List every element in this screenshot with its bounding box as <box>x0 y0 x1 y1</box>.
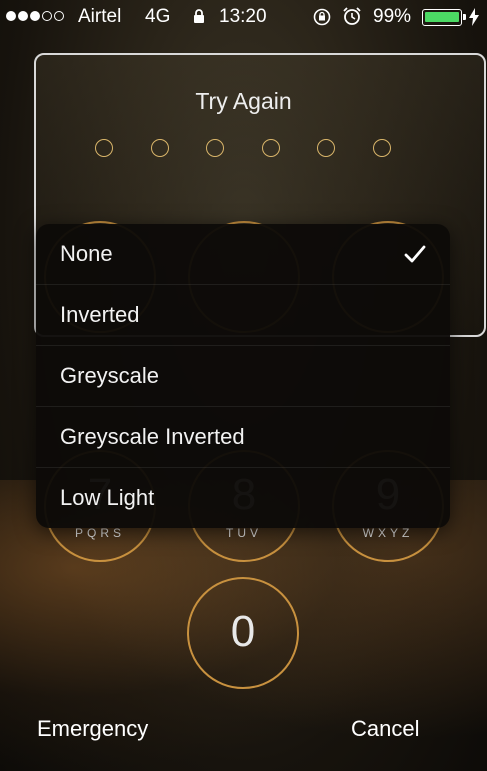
charging-bolt-icon <box>469 8 479 26</box>
menu-item-greyscale-inverted[interactable]: Greyscale Inverted <box>36 407 450 468</box>
menu-item-label: Inverted <box>60 302 140 327</box>
lock-icon <box>194 9 204 23</box>
key-letters: PQRS <box>74 526 125 540</box>
network-type: 4G <box>145 6 171 27</box>
signal-dot <box>18 11 28 21</box>
signal-dot <box>6 11 16 21</box>
passcode-dot <box>317 139 335 157</box>
passcode-dot <box>262 139 280 157</box>
key-letters: TUV <box>226 526 262 540</box>
menu-item-greyscale[interactable]: Greyscale <box>36 346 450 407</box>
emergency-button[interactable]: Emergency <box>37 716 148 742</box>
key-number: 0 <box>230 607 256 656</box>
menu-item-low-light[interactable]: Low Light <box>36 468 450 528</box>
signal-dot <box>42 11 52 21</box>
passcode-dot <box>206 139 224 157</box>
clock-time: 13:20 <box>219 6 267 27</box>
passcode-dot <box>151 139 169 157</box>
battery-cap <box>463 14 466 20</box>
cancel-button[interactable]: Cancel <box>351 716 419 742</box>
menu-item-label: None <box>60 241 113 266</box>
passcode-dot <box>373 139 391 157</box>
menu-item-label: Greyscale <box>60 363 160 388</box>
passcode-dot <box>95 139 113 157</box>
color-filter-menu: None Inverted Greyscale Greyscale Invert… <box>36 224 450 528</box>
menu-item-none[interactable]: None <box>36 224 450 285</box>
menu-item-inverted[interactable]: Inverted <box>36 285 450 346</box>
battery-icon <box>422 9 466 26</box>
battery-percent: 99% <box>373 6 412 27</box>
carrier-name: Airtel <box>78 6 122 27</box>
signal-dot <box>30 11 40 21</box>
passcode-prompt: Try Again <box>195 88 292 114</box>
passcode-dots <box>95 139 395 159</box>
checkmark-icon <box>404 245 426 263</box>
key-letters: WXYZ <box>362 526 414 540</box>
rotation-lock-icon <box>313 8 331 26</box>
menu-item-label: Greyscale Inverted <box>60 424 245 449</box>
keypad-key-0[interactable]: 0 <box>187 577 299 689</box>
menu-item-label: Low Light <box>60 485 155 510</box>
battery-fill <box>425 12 459 22</box>
alarm-clock-icon <box>343 7 361 25</box>
signal-strength-icon <box>6 11 64 21</box>
signal-dot <box>54 11 64 21</box>
status-bar: Airtel 4G 13:20 99% <box>0 0 487 34</box>
